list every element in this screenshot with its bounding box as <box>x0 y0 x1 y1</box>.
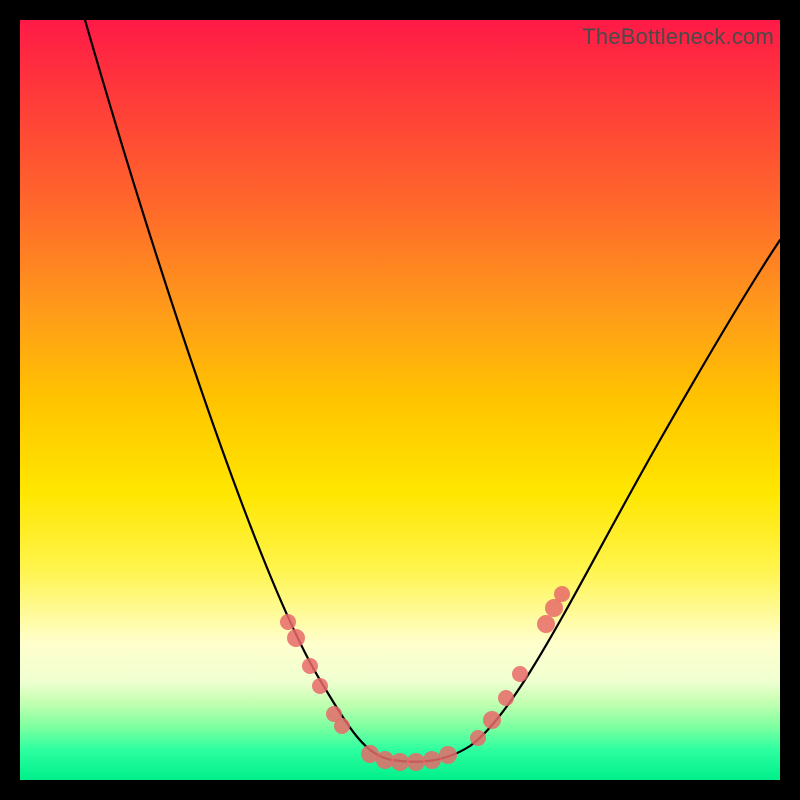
plot-area: TheBottleneck.com <box>20 20 780 780</box>
data-marker <box>334 718 350 734</box>
data-marker <box>498 690 514 706</box>
data-marker <box>537 615 555 633</box>
data-marker <box>512 666 528 682</box>
data-marker <box>483 711 501 729</box>
curve-svg <box>20 20 780 780</box>
data-marker <box>423 751 441 769</box>
markers-right <box>470 586 570 746</box>
data-marker <box>470 730 486 746</box>
chart-frame: TheBottleneck.com <box>0 0 800 800</box>
markers-left <box>280 614 350 734</box>
data-marker <box>280 614 296 630</box>
data-marker <box>287 629 305 647</box>
data-marker <box>554 586 570 602</box>
data-marker <box>302 658 318 674</box>
bottleneck-curve <box>85 20 780 762</box>
data-marker <box>407 753 425 771</box>
data-marker <box>391 753 409 771</box>
data-marker <box>439 746 457 764</box>
data-marker <box>312 678 328 694</box>
markers-bottom <box>361 745 457 771</box>
